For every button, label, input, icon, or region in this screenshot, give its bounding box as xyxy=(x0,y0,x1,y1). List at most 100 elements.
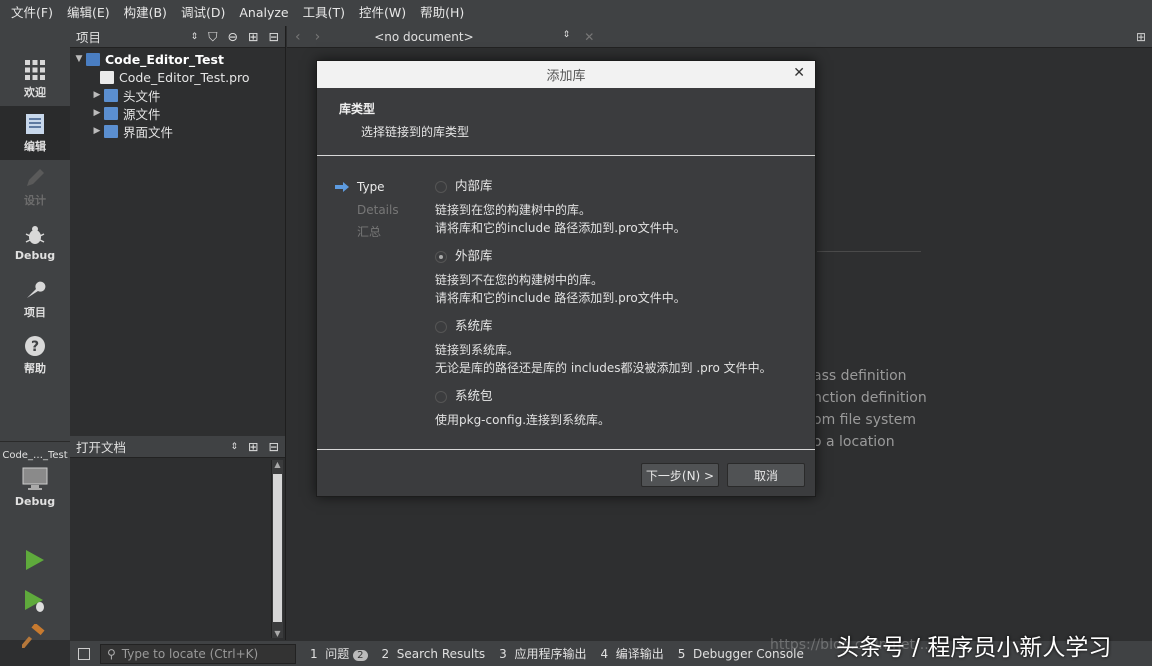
option-label: 外部库 xyxy=(455,248,493,263)
output-label: 问题 xyxy=(325,647,350,661)
monitor-icon xyxy=(22,467,48,490)
open-documents-title: 打开文档 xyxy=(76,440,127,455)
build-button[interactable] xyxy=(19,622,46,651)
next-button[interactable]: 下一步(N) > xyxy=(641,463,719,487)
nav-back-icon[interactable]: ‹ xyxy=(295,29,301,45)
qt-project-icon xyxy=(86,52,100,66)
mode-projects[interactable]: 项目 xyxy=(0,272,70,326)
hint-line: ass definition xyxy=(813,368,907,384)
description-line: 使用pkg-config.连接到系统库。 xyxy=(435,413,611,427)
tree-item-forms[interactable]: ▶ 界面文件 xyxy=(70,122,285,140)
menu-analyze[interactable]: Analyze xyxy=(232,0,295,26)
tree-item-headers[interactable]: ▶ 头文件 xyxy=(70,86,285,104)
split-icon[interactable]: ⊞ xyxy=(248,29,258,44)
menu-file[interactable]: 文件(F) xyxy=(4,0,60,26)
option-system[interactable]: 系统库 xyxy=(435,315,805,335)
close-panel-icon[interactable]: ⊟ xyxy=(269,29,279,44)
tree-root-label: Code_Editor_Test xyxy=(105,51,224,67)
form-folder-icon xyxy=(104,124,118,138)
description-line: 链接到系统库。 xyxy=(435,343,520,357)
library-type-options: 内部库 链接到在您的构建树中的库。 请将库和它的include 路径添加到.pr… xyxy=(435,175,805,429)
filter-icon[interactable]: ⛉ xyxy=(208,29,217,45)
expanded-arrow-icon[interactable]: ▼ xyxy=(72,54,86,64)
nav-forward-icon[interactable]: › xyxy=(315,29,321,45)
dialog-subheading: 选择链接到的库类型 xyxy=(361,125,470,139)
menu-help[interactable]: 帮助(H) xyxy=(413,0,471,26)
option-internal[interactable]: 内部库 xyxy=(435,175,805,195)
scroll-thumb[interactable] xyxy=(273,474,282,622)
document-icon xyxy=(26,113,44,134)
step-type: Type xyxy=(335,178,399,196)
mode-debug[interactable]: Debug xyxy=(0,216,70,270)
description-line: 链接到不在您的构建树中的库。 xyxy=(435,273,604,287)
run-button[interactable] xyxy=(22,548,46,575)
mode-design[interactable]: 设计 xyxy=(0,160,70,214)
output-search[interactable]: 2 Search Results xyxy=(382,647,486,661)
menu-debug[interactable]: 调试(D) xyxy=(174,0,232,26)
scroll-up-icon[interactable]: ▲ xyxy=(272,460,283,469)
mode-debug-label: Debug xyxy=(14,249,56,262)
output-number: 2 xyxy=(381,646,390,661)
menu-widgets[interactable]: 控件(W) xyxy=(352,0,413,26)
description-line: 链接到在您的构建树中的库。 xyxy=(435,203,592,217)
bug-icon xyxy=(25,226,45,244)
mode-design-label: 设计 xyxy=(24,193,46,207)
tree-item-sources[interactable]: ▶ 源文件 xyxy=(70,104,285,122)
split-icon[interactable]: ⊞ xyxy=(248,439,258,454)
issue-count-badge: 2 xyxy=(353,650,368,661)
option-external-desc: 链接到不在您的构建树中的库。 请将库和它的include 路径添加到.pro文件… xyxy=(435,271,805,307)
mode-welcome[interactable]: 欢迎 xyxy=(0,52,70,106)
menu-bar: 文件(F) 编辑(E) 构建(B) 调试(D) Analyze 工具(T) 控件… xyxy=(0,0,1152,26)
scroll-down-icon[interactable]: ▼ xyxy=(272,629,283,638)
source-folder-icon xyxy=(104,106,118,120)
project-panel: 项目 ⇕ ⛉ ⊖ ⊞ ⊟ ▼ Code_Editor_Test Code_Edi… xyxy=(70,26,286,436)
footer-divider xyxy=(317,449,815,450)
hint-line: nction definition xyxy=(813,390,927,406)
close-document-icon[interactable]: ✕ xyxy=(584,30,594,44)
document-selector[interactable]: <no document> ⇕ xyxy=(374,30,570,44)
split-icon[interactable]: ⊞ xyxy=(1136,30,1146,44)
play-debug-icon xyxy=(25,590,44,612)
toggle-sidebar-icon[interactable] xyxy=(78,647,90,660)
mode-edit-label: 编辑 xyxy=(24,139,46,153)
output-compile[interactable]: 4 编译输出 xyxy=(600,645,663,662)
mode-help[interactable]: ? 帮助 xyxy=(0,328,70,382)
collapsed-arrow-icon[interactable]: ▶ xyxy=(90,108,104,118)
output-label: 应用程序输出 xyxy=(514,647,587,661)
selector-updown-icon[interactable]: ⇕ xyxy=(230,442,238,452)
play-icon xyxy=(26,550,44,570)
selector-updown-icon[interactable]: ⇕ xyxy=(191,32,199,42)
mode-help-label: 帮助 xyxy=(24,361,46,375)
mode-edit[interactable]: 编辑 xyxy=(0,106,70,160)
radio-external[interactable] xyxy=(435,250,447,263)
step-details: Details xyxy=(357,203,399,217)
menu-edit[interactable]: 编辑(E) xyxy=(60,0,117,26)
dialog-heading: 库类型 xyxy=(339,102,376,116)
collapsed-arrow-icon[interactable]: ▶ xyxy=(90,126,104,136)
output-issues[interactable]: 1 问题 2 xyxy=(310,645,368,662)
step-label: Type xyxy=(357,180,385,194)
output-app[interactable]: 3 应用程序输出 xyxy=(499,645,586,662)
tree-item-pro[interactable]: Code_Editor_Test.pro xyxy=(70,68,285,86)
menu-tools[interactable]: 工具(T) xyxy=(296,0,352,26)
close-panel-icon[interactable]: ⊟ xyxy=(269,439,279,454)
radio-internal[interactable] xyxy=(435,180,447,193)
option-external[interactable]: 外部库 xyxy=(435,245,805,265)
menu-build[interactable]: 构建(B) xyxy=(117,0,174,26)
collapsed-arrow-icon[interactable]: ▶ xyxy=(90,90,104,100)
tree-root[interactable]: ▼ Code_Editor_Test xyxy=(70,50,285,68)
output-label: 编译输出 xyxy=(615,647,664,661)
scrollbar[interactable]: ▲ ▼ xyxy=(271,460,283,638)
locator-placeholder: Type to locate (Ctrl+K) xyxy=(121,646,259,661)
locator-input[interactable]: ⚲ Type to locate (Ctrl+K) xyxy=(100,643,296,664)
debug-run-button[interactable] xyxy=(22,588,48,617)
cancel-button[interactable]: 取消 xyxy=(727,463,805,487)
pro-file-icon xyxy=(100,70,114,84)
radio-system[interactable] xyxy=(435,320,447,333)
divider xyxy=(817,251,921,252)
option-package[interactable]: 系统包 xyxy=(435,385,805,405)
radio-package[interactable] xyxy=(435,390,447,403)
close-icon[interactable]: ✕ xyxy=(793,65,805,81)
link-icon[interactable]: ⊖ xyxy=(228,29,238,44)
target-selector[interactable]: Code_…_Test Debug xyxy=(0,441,70,533)
